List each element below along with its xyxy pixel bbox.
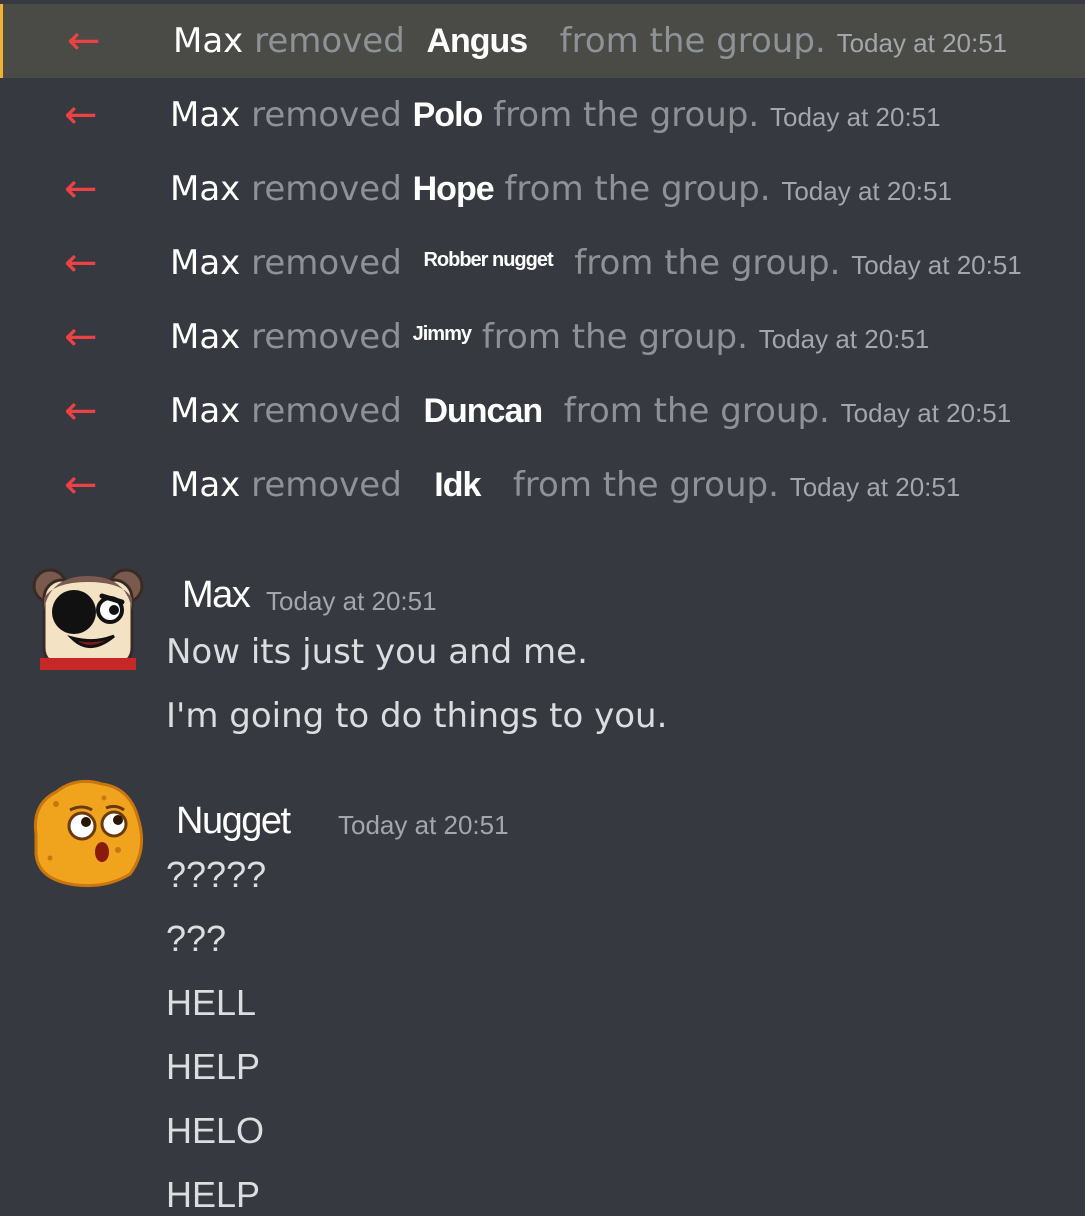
leave-arrow-icon: ←: [64, 388, 98, 434]
removed-user-name[interactable]: Duncan: [423, 392, 543, 430]
removed-user-name[interactable]: Jimmy: [413, 323, 472, 345]
leave-arrow-icon: ←: [64, 462, 98, 508]
chicken-nugget-avatar[interactable]: [26, 774, 148, 888]
system-message-text: Max removed Jimmy from the group. Today …: [170, 317, 930, 357]
actor-name[interactable]: Max: [170, 317, 240, 357]
message-text: I'm going to do things to you.: [166, 696, 668, 736]
leave-arrow-icon: ←: [64, 166, 98, 212]
system-message-text: Max removed Duncan from the group. Today…: [170, 391, 1012, 431]
message-text: ???: [166, 918, 227, 959]
leave-arrow-icon: ←: [64, 240, 98, 286]
timestamp: Today at 20:51: [758, 324, 930, 354]
bear-avatar[interactable]: [30, 562, 146, 678]
message-text: HELP: [166, 1174, 261, 1215]
removed-user-name[interactable]: Hope: [413, 170, 495, 208]
system-message-text: Max removed Polo from the group. Today a…: [170, 95, 941, 135]
timestamp: Today at 20:51: [840, 398, 1012, 428]
author-name[interactable]: Nugget: [176, 800, 291, 843]
message-text: HELP: [166, 1046, 261, 1087]
actor-name[interactable]: Max: [170, 391, 240, 431]
message-text: HELO: [166, 1110, 265, 1151]
timestamp: Today at 20:51: [338, 810, 509, 840]
system-message-text: Max removed Idk from the group. Today at…: [170, 465, 961, 505]
system-message[interactable]: ← Max removed Robber nugget from the gro…: [0, 226, 1085, 300]
actor-name[interactable]: Max: [170, 169, 240, 209]
system-message-text: Max removed Hope from the group. Today a…: [170, 169, 952, 209]
message-text: Now its just you and me.: [166, 632, 588, 672]
message-text: HELL: [166, 982, 257, 1023]
actor-name[interactable]: Max: [170, 95, 240, 135]
timestamp: Today at 20:51: [836, 28, 1008, 58]
removed-user-name[interactable]: Angus: [426, 22, 528, 60]
system-message[interactable]: ← Max removed Jimmy from the group. Toda…: [0, 300, 1085, 374]
timestamp: Today at 20:51: [851, 250, 1022, 280]
timestamp: Today at 20:51: [781, 176, 952, 206]
removed-user-name[interactable]: Idk: [434, 466, 481, 504]
leave-arrow-icon: ←: [64, 92, 98, 138]
system-message[interactable]: ← Max removed Hope from the group. Today…: [0, 152, 1085, 226]
message-text: ?????: [166, 854, 267, 895]
system-message[interactable]: ← Max removed Angus from the group. Toda…: [0, 4, 1085, 78]
actor-name[interactable]: Max: [170, 243, 240, 283]
timestamp: Today at 20:51: [789, 472, 961, 502]
system-message[interactable]: ← Max removed Polo from the group. Today…: [0, 78, 1085, 152]
author-name[interactable]: Max: [182, 574, 251, 617]
timestamp: Today at 20:51: [266, 586, 437, 616]
removed-user-name[interactable]: Robber nugget: [423, 249, 553, 271]
system-message[interactable]: ← Max removed Duncan from the group. Tod…: [0, 374, 1085, 448]
leave-arrow-icon: ←: [64, 314, 98, 360]
leave-arrow-icon: ←: [67, 18, 101, 64]
message-group: Max Today at 20:51 Now its just you and …: [0, 560, 1085, 760]
message-group: Nugget Today at 20:51 ????? ??? HELL HEL…: [0, 770, 1085, 1215]
actor-name[interactable]: Max: [170, 465, 240, 505]
system-message-text: Max removed Angus from the group. Today …: [173, 21, 1008, 61]
timestamp: Today at 20:51: [770, 102, 941, 132]
system-message-text: Max removed Robber nugget from the group…: [170, 243, 1022, 283]
system-message[interactable]: ← Max removed Idk from the group. Today …: [0, 448, 1085, 522]
removed-user-name[interactable]: Polo: [413, 96, 484, 134]
actor-name[interactable]: Max: [173, 21, 243, 61]
